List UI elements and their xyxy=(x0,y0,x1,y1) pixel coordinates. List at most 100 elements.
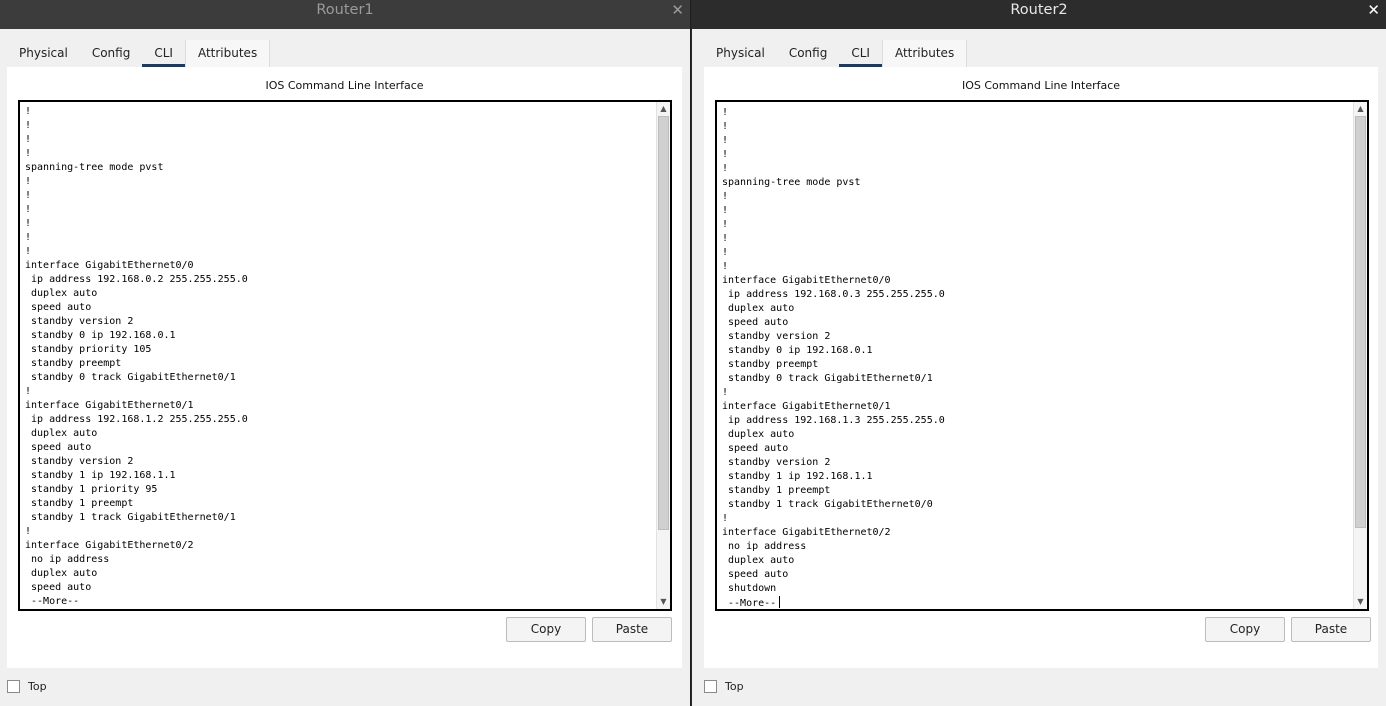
top-label: Top xyxy=(28,679,47,693)
terminal-line: duplex auto xyxy=(25,288,98,299)
terminal-line: duplex auto xyxy=(722,303,795,314)
terminal-line: ! xyxy=(25,526,32,537)
terminal-line: ! xyxy=(722,261,729,272)
terminal-line: speed auto xyxy=(722,569,789,580)
copy-button[interactable]: Copy xyxy=(506,617,586,642)
cli-heading: IOS Command Line Interface xyxy=(265,79,424,92)
window-titlebar[interactable]: Router1 ✕ xyxy=(0,0,690,29)
terminal-line: ! xyxy=(722,135,729,146)
terminal-line: ip address 192.168.1.2 255.255.255.0 xyxy=(25,414,248,425)
cli-panel: IOS Command Line Interface !!!!! spanning… xyxy=(704,67,1378,668)
terminal-line: standby 0 track GigabitEthernet0/1 xyxy=(722,373,933,384)
terminal-line: standby priority 105 xyxy=(25,344,152,355)
terminal-line: standby preempt xyxy=(722,359,819,370)
tab-attributes[interactable]: Attributes xyxy=(881,40,968,67)
scrollbar-thumb[interactable] xyxy=(658,116,669,530)
text-cursor xyxy=(779,596,781,608)
tab-cli[interactable]: CLI xyxy=(142,40,185,67)
terminal-line: ! xyxy=(722,219,729,230)
terminal-line: ! xyxy=(25,176,32,187)
terminal-line: ! xyxy=(25,246,32,257)
scroll-down-arrow-icon[interactable]: ▼ xyxy=(1354,595,1367,609)
terminal-line: --More-- xyxy=(25,596,80,607)
terminal-scrollbar[interactable]: ▲ ▼ xyxy=(656,102,670,609)
terminal-scrollbar[interactable]: ▲ ▼ xyxy=(1353,102,1367,609)
terminal-line: ! xyxy=(722,233,729,244)
terminal-line: standby 0 track GigabitEthernet0/1 xyxy=(25,372,236,383)
terminal-line: standby version 2 xyxy=(722,457,831,468)
terminal-line: ! xyxy=(722,163,729,174)
terminal-line: standby 1 track GigabitEthernet0/1 xyxy=(25,512,236,523)
scroll-down-arrow-icon[interactable]: ▼ xyxy=(657,595,670,609)
router1-window: Router1 ✕ Physical Config CLI Attributes… xyxy=(0,0,690,706)
close-icon[interactable]: ✕ xyxy=(1367,1,1380,19)
scrollbar-thumb[interactable] xyxy=(1355,116,1366,528)
terminal-line: duplex auto xyxy=(722,555,795,566)
terminal-line: duplex auto xyxy=(25,568,98,579)
window-titlebar[interactable]: Router2 ✕ xyxy=(692,0,1386,29)
tab-config[interactable]: Config xyxy=(777,40,840,67)
terminal-line: no ip address xyxy=(722,541,807,552)
tab-bar: Physical Config CLI Attributes xyxy=(7,40,271,67)
top-checkbox[interactable] xyxy=(704,679,717,693)
tab-physical[interactable]: Physical xyxy=(7,40,80,67)
tab-bar: Physical Config CLI Attributes xyxy=(704,40,968,67)
top-option: Top xyxy=(7,678,47,694)
terminal-output: !!!!! spanning-tree mode pvst!!!!!! interf… xyxy=(722,106,945,609)
terminal-line: standby 0 ip 192.168.0.1 xyxy=(25,330,176,341)
terminal-line: standby version 2 xyxy=(722,331,831,342)
terminal-line: ! xyxy=(722,513,729,524)
terminal-line: ! xyxy=(722,205,729,216)
terminal-line: ! xyxy=(25,120,32,131)
tab-attributes[interactable]: Attributes xyxy=(184,40,271,67)
terminal-line: interface GigabitEthernet0/1 xyxy=(722,401,891,412)
scroll-up-arrow-icon[interactable]: ▲ xyxy=(657,102,670,116)
terminal-line: interface GigabitEthernet0/1 xyxy=(25,400,194,411)
terminal-line: standby 1 ip 192.168.1.1 xyxy=(25,470,176,481)
terminal-line: ip address 192.168.0.2 255.255.255.0 xyxy=(25,274,248,285)
tab-physical[interactable]: Physical xyxy=(704,40,777,67)
terminal-line: standby 1 priority 95 xyxy=(25,484,158,495)
terminal-line: ! xyxy=(25,148,32,159)
cli-terminal[interactable]: !!!!! spanning-tree mode pvst!!!!!! interf… xyxy=(715,100,1369,611)
terminal-line: interface GigabitEthernet0/2 xyxy=(722,527,891,538)
tab-cli[interactable]: CLI xyxy=(839,40,882,67)
terminal-line: ! xyxy=(722,121,729,132)
terminal-line: standby 0 ip 192.168.0.1 xyxy=(722,345,873,356)
copy-button[interactable]: Copy xyxy=(1205,617,1285,642)
terminal-line: standby preempt xyxy=(25,358,122,369)
terminal-line: standby version 2 xyxy=(25,316,134,327)
window-title: Router2 xyxy=(1010,2,1068,18)
terminal-line: spanning-tree mode pvst xyxy=(722,177,861,188)
terminal-line: spanning-tree mode pvst xyxy=(25,162,164,173)
terminal-line: ! xyxy=(25,204,32,215)
terminal-line: speed auto xyxy=(722,443,789,454)
terminal-line: standby 1 ip 192.168.1.1 xyxy=(722,471,873,482)
terminal-output: !!!! spanning-tree mode pvst!!!!!! interfa… xyxy=(25,105,248,609)
paste-button[interactable]: Paste xyxy=(1291,617,1371,642)
terminal-line: ! xyxy=(722,191,729,202)
scroll-up-arrow-icon[interactable]: ▲ xyxy=(1354,102,1367,116)
terminal-line: standby 1 preempt xyxy=(722,485,831,496)
close-icon[interactable]: ✕ xyxy=(671,1,684,19)
terminal-line: ! xyxy=(722,387,729,398)
tab-config[interactable]: Config xyxy=(80,40,143,67)
terminal-line: standby 1 preempt xyxy=(25,498,134,509)
terminal-line: interface GigabitEthernet0/2 xyxy=(25,540,194,551)
terminal-line: ip address 192.168.1.3 255.255.255.0 xyxy=(722,415,945,426)
terminal-line: ip address 192.168.0.3 255.255.255.0 xyxy=(722,289,945,300)
terminal-line: ! xyxy=(25,218,32,229)
terminal-line: ! xyxy=(25,232,32,243)
cli-panel: IOS Command Line Interface !!!! spanning-… xyxy=(7,67,682,668)
paste-button[interactable]: Paste xyxy=(592,617,672,642)
top-option: Top xyxy=(704,678,744,694)
terminal-line: ! xyxy=(25,190,32,201)
router2-window: Router2 ✕ Physical Config CLI Attributes… xyxy=(691,0,1386,706)
terminal-line: duplex auto xyxy=(25,428,98,439)
cli-terminal[interactable]: !!!! spanning-tree mode pvst!!!!!! interfa… xyxy=(18,100,672,611)
terminal-line: standby 1 track GigabitEthernet0/0 xyxy=(722,499,933,510)
terminal-line: ! xyxy=(25,134,32,145)
terminal-line: speed auto xyxy=(25,442,92,453)
top-label: Top xyxy=(725,679,744,693)
top-checkbox[interactable] xyxy=(7,679,20,693)
